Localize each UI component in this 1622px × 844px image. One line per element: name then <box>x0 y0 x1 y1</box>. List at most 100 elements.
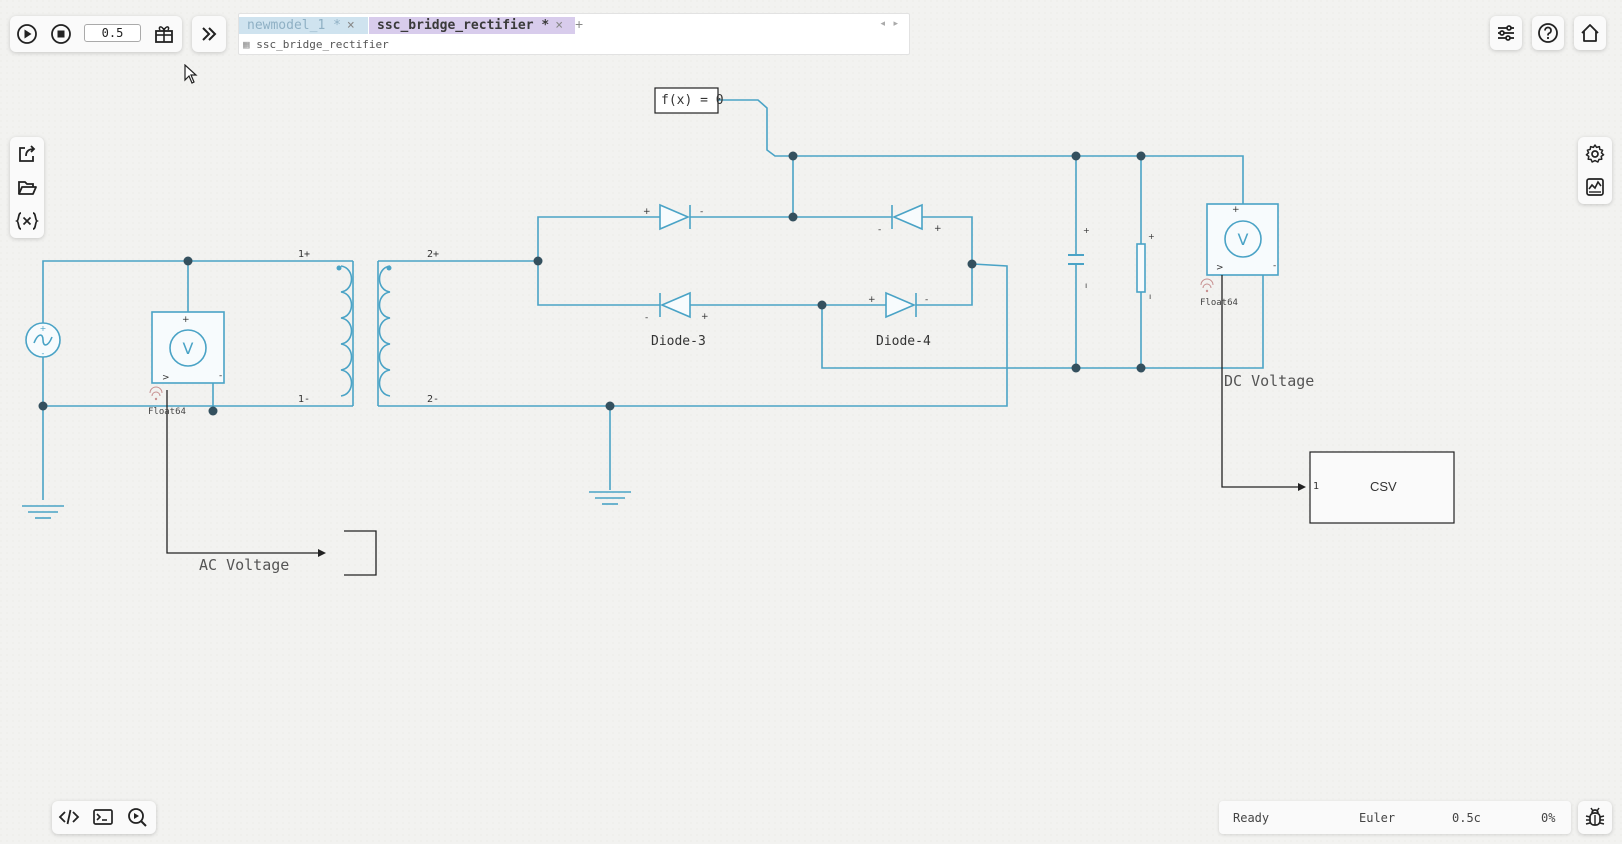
tab-newmodel[interactable]: newmodel_1 * × <box>239 17 368 34</box>
folder-open-icon <box>18 181 37 195</box>
help-icon <box>1538 23 1558 43</box>
diode-4-label: Diode-4 <box>876 334 931 349</box>
tab-bar: newmodel_1 * × ssc_bridge_rectifier * × + … <box>238 13 910 55</box>
preferences-button[interactable] <box>1491 18 1521 48</box>
search-play-icon <box>128 808 147 827</box>
transformer-port-1minus: 1- <box>298 394 311 405</box>
variables-button[interactable] <box>12 206 42 236</box>
bottom-toolbar <box>52 801 156 834</box>
svg-text:+: + <box>934 224 942 234</box>
diode-3-label: Diode-3 <box>651 334 706 349</box>
package-icon <box>155 26 173 43</box>
svg-text:+: + <box>182 315 190 325</box>
help-button[interactable] <box>1533 18 1563 48</box>
stop-button[interactable] <box>46 19 76 49</box>
csv-label: CSV <box>1370 479 1397 494</box>
voltage-sensor-ac[interactable]: V + > - <box>151 311 225 384</box>
svg-text:+: + <box>701 312 709 322</box>
expand-button[interactable] <box>194 19 224 49</box>
breadcrumb[interactable]: ▦ ssc_bridge_rectifier <box>243 38 389 51</box>
svg-text:-: - <box>878 225 881 235</box>
resistor[interactable] <box>1136 243 1146 293</box>
tab-close-button[interactable]: × <box>347 18 355 33</box>
model-settings-button[interactable] <box>1580 139 1610 169</box>
stop-icon <box>51 24 71 44</box>
status-progress: 0% <box>1541 811 1556 825</box>
svg-text:-: - <box>925 295 928 305</box>
transformer-port-2minus: 2- <box>427 394 440 405</box>
debug-panel <box>1578 801 1612 834</box>
add-tab-button[interactable]: + <box>575 16 583 32</box>
tab-scroll-arrows[interactable]: ◂ ▸ <box>880 18 901 29</box>
model-icon: ▦ <box>243 38 250 51</box>
svg-text:-: - <box>645 313 648 323</box>
package-button[interactable] <box>149 19 179 49</box>
tab-label: ssc_bridge_rectifier * <box>377 18 550 33</box>
gear-icon <box>1585 144 1605 163</box>
tab-label: newmodel_1 * <box>247 18 341 33</box>
status-bar: Ready Euler 0.5c 0% <box>1219 801 1571 834</box>
code-icon <box>58 809 80 825</box>
sim-toolbar <box>10 16 182 52</box>
ac-source[interactable]: + - <box>25 322 61 358</box>
svg-text:+: + <box>1083 226 1090 235</box>
settings-panel <box>1490 16 1522 50</box>
sliders-icon <box>1498 25 1514 41</box>
chart-icon <box>1586 178 1604 196</box>
console-button[interactable] <box>88 802 118 832</box>
svg-text:>: > <box>162 373 170 383</box>
debug-button[interactable] <box>1580 802 1610 832</box>
svg-text:+: + <box>868 295 876 305</box>
code-view-button[interactable] <box>54 802 84 832</box>
dc-voltage-label: DC Voltage <box>1224 372 1315 390</box>
home-icon <box>1581 24 1599 42</box>
play-icon <box>17 24 37 44</box>
export-button[interactable] <box>12 139 42 169</box>
svg-text:ı: ı <box>1149 292 1151 301</box>
status-solver: Euler <box>1359 811 1396 825</box>
plots-button[interactable] <box>1580 172 1610 202</box>
status-state: Ready <box>1233 811 1270 825</box>
transformer-port-2plus: 2+ <box>427 249 440 260</box>
tab-ssc-bridge-rectifier[interactable]: ssc_bridge_rectifier * × <box>369 17 575 34</box>
help-panel <box>1532 16 1564 50</box>
svg-text:-: - <box>700 207 703 217</box>
svg-text:V: V <box>1238 230 1249 249</box>
svg-text:-: - <box>219 371 222 381</box>
inspect-button[interactable] <box>122 802 152 832</box>
terminal-icon <box>93 809 113 825</box>
share-icon <box>19 145 36 162</box>
svg-text:-: - <box>42 349 45 358</box>
home-panel <box>1574 16 1606 50</box>
home-button[interactable] <box>1575 18 1605 48</box>
svg-text:+: + <box>1148 232 1155 241</box>
play-button[interactable] <box>12 19 42 49</box>
open-folder-button[interactable] <box>12 173 42 203</box>
voltage-sensor-dc[interactable]: V + > - <box>1206 203 1279 276</box>
svg-text:V: V <box>183 339 194 358</box>
csv-port-label: 1 <box>1313 481 1320 492</box>
float64-label-dc: Float64 <box>1200 298 1238 308</box>
expand-panel <box>192 16 226 52</box>
double-chevron-right-icon <box>202 27 217 41</box>
stop-time-input[interactable] <box>84 24 141 42</box>
bug-icon <box>1585 807 1605 826</box>
svg-text:-: - <box>1273 261 1276 271</box>
breadcrumb-item[interactable]: ssc_bridge_rectifier <box>256 38 388 51</box>
svg-text:+: + <box>1232 205 1240 215</box>
ac-voltage-label: AC Voltage <box>199 556 290 574</box>
app-root: + - V + > - V + > - + - - + - + + - + ı … <box>0 0 1622 844</box>
svg-text:+: + <box>40 324 47 333</box>
tab-close-button[interactable]: × <box>555 18 563 33</box>
svg-text:ı: ı <box>1085 281 1087 290</box>
svg-text:>: > <box>1216 263 1224 273</box>
diagram-canvas[interactable]: + - V + > - V + > - + - - + - + + - + ı … <box>0 0 1622 844</box>
transformer-port-1plus: 1+ <box>298 249 311 260</box>
left-sidebar <box>10 137 44 238</box>
mouse-cursor-icon <box>184 64 198 84</box>
float64-label-ac: Float64 <box>148 407 186 417</box>
status-time: 0.5c <box>1452 811 1481 825</box>
variable-icon <box>15 212 39 230</box>
right-sidebar <box>1578 137 1612 204</box>
svg-text:+: + <box>643 207 651 217</box>
